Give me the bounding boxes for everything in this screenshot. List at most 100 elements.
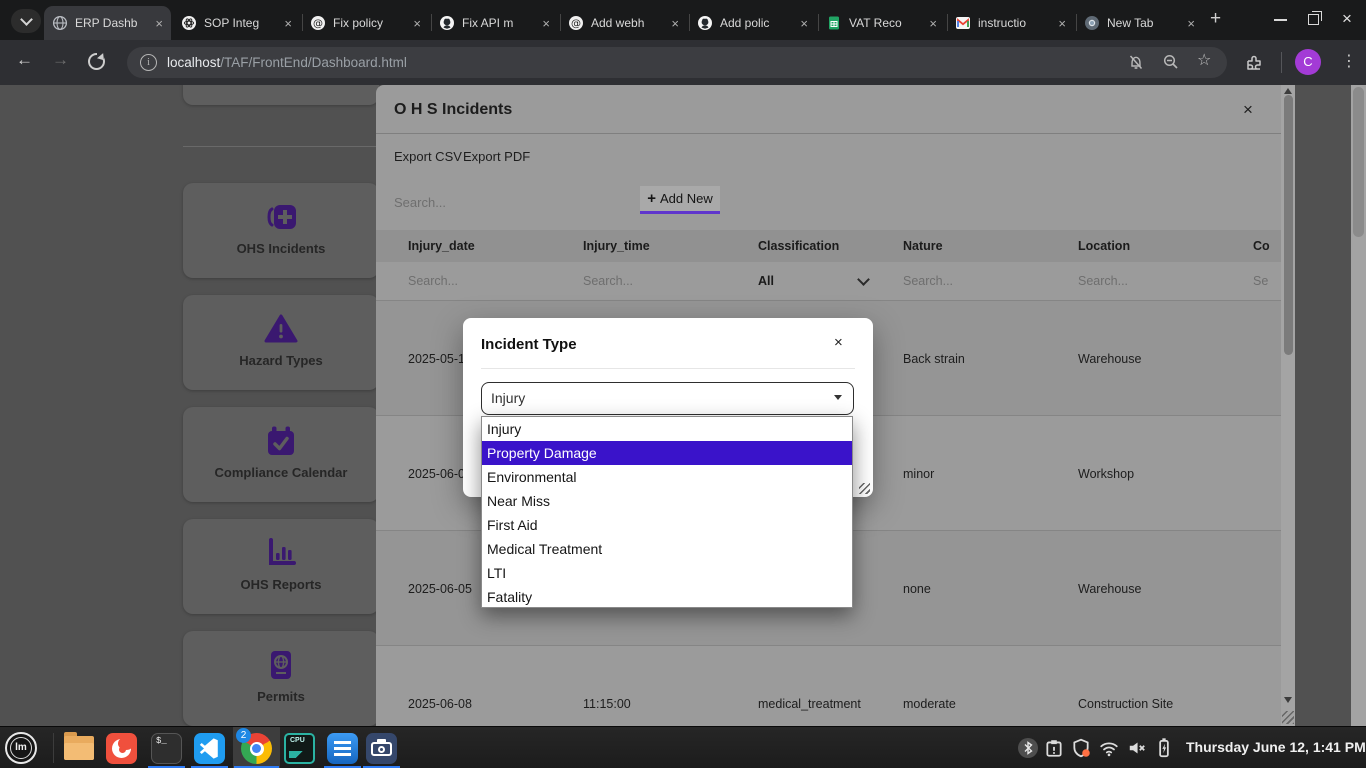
url-host: localhost [167, 55, 220, 70]
update-shield-icon[interactable] [1071, 738, 1091, 758]
mint-menu-button[interactable]: lm [5, 732, 37, 764]
card-permits[interactable]: Permits [183, 631, 379, 726]
tab-label: instructio [978, 16, 1054, 30]
vscode-app-icon[interactable] [194, 733, 225, 764]
page-scrollbar-thumb[interactable] [1353, 87, 1364, 237]
tab-vat-recon[interactable]: VAT Reco × [818, 6, 945, 40]
modal-resize-grip[interactable] [1282, 711, 1294, 724]
wifi-icon[interactable] [1099, 739, 1119, 757]
modal-scrollbar[interactable] [1281, 85, 1295, 726]
filter-input[interactable]: Search... [1078, 262, 1128, 300]
scroll-up-arrow[interactable] [1284, 88, 1292, 94]
back-button[interactable]: ← [16, 50, 33, 70]
tab-close-icon[interactable]: × [155, 16, 163, 31]
tab-close-icon[interactable]: × [413, 16, 421, 31]
tab-close-icon[interactable]: × [542, 16, 550, 31]
window-minimize-button[interactable] [1274, 19, 1287, 21]
scrollbar-thumb[interactable] [1284, 95, 1293, 355]
battery-charging-icon[interactable] [1154, 737, 1174, 759]
address-bar[interactable]: i localhost/TAF/FrontEnd/Dashboard.html … [127, 47, 1227, 78]
dropdown-option[interactable]: Environmental [482, 465, 852, 489]
column-header[interactable]: Nature [903, 230, 943, 262]
chevron-down-icon[interactable] [857, 273, 870, 286]
dropdown-option[interactable]: Fatality [482, 585, 852, 609]
filter-input[interactable]: Search... [903, 262, 953, 300]
tab-close-icon[interactable]: × [284, 16, 292, 31]
column-header[interactable]: Co [1253, 230, 1270, 262]
filter-select[interactable]: All [758, 262, 774, 300]
add-new-button[interactable]: + Add New [640, 186, 720, 214]
modal-resize-grip[interactable] [859, 483, 870, 494]
profile-avatar[interactable]: C [1295, 49, 1321, 75]
terminal-app-icon[interactable]: $_ [151, 733, 182, 764]
column-header[interactable]: Injury_date [408, 230, 475, 262]
dropdown-option[interactable]: First Aid [482, 513, 852, 537]
tab-close-icon[interactable]: × [929, 16, 937, 31]
tab-erp-dashboard[interactable]: ERP Dashb × [44, 6, 171, 40]
card-hazard-types[interactable]: Hazard Types [183, 295, 379, 390]
modal-close-icon[interactable]: × [834, 334, 843, 351]
dropdown-option[interactable]: Near Miss [482, 489, 852, 513]
notifications-blocked-icon[interactable] [1127, 53, 1145, 71]
column-header[interactable]: Location [1078, 230, 1130, 262]
screenshot-app-icon[interactable] [366, 733, 397, 764]
reload-button[interactable] [88, 53, 103, 68]
column-header[interactable]: Classification [758, 230, 839, 262]
tab-instructions[interactable]: instructio × [947, 6, 1074, 40]
column-header[interactable]: Injury_time [583, 230, 650, 262]
bluetooth-icon[interactable] [1018, 738, 1038, 758]
card-ohs-incidents[interactable]: OHS Incidents [183, 183, 379, 278]
new-tab-button[interactable]: + [1210, 8, 1221, 30]
bar-chart-icon [263, 535, 299, 571]
filter-input[interactable]: Search... [408, 262, 458, 300]
files-app-icon[interactable] [64, 736, 94, 760]
card-compliance-calendar[interactable]: Compliance Calendar [183, 407, 379, 502]
dropdown-option[interactable]: Injury [482, 417, 852, 441]
tab-add-webhook[interactable]: @ Add webh × [560, 6, 687, 40]
tab-close-icon[interactable]: × [1187, 16, 1195, 31]
tab-sop-integration[interactable]: SOP Integ × [173, 6, 300, 40]
zoom-out-icon[interactable] [1162, 53, 1180, 71]
dropdown-option[interactable]: Medical Treatment [482, 537, 852, 561]
dropdown-option[interactable]: LTI [482, 561, 852, 585]
system-monitor-app-icon[interactable]: CPU [284, 733, 315, 764]
scroll-down-arrow[interactable] [1284, 697, 1292, 703]
export-csv-link[interactable]: Export CSV [394, 149, 462, 164]
text-editor-app-icon[interactable] [327, 733, 358, 764]
doc-line [334, 747, 351, 750]
filter-input[interactable]: Search... [583, 262, 633, 300]
select-arrow-icon [834, 395, 842, 400]
modal-close-icon[interactable]: × [1243, 100, 1253, 120]
browser-menu-kebab-icon[interactable]: ⋮ [1341, 51, 1357, 71]
tab-new-tab[interactable]: New Tab × [1076, 6, 1203, 40]
site-info-icon[interactable]: i [140, 54, 157, 71]
page-scrollbar[interactable] [1351, 85, 1366, 726]
volume-muted-icon[interactable] [1127, 739, 1147, 757]
taskbar-clock[interactable]: Thursday June 12, 1:41 PM [1186, 739, 1366, 755]
forward-button[interactable]: → [52, 50, 69, 70]
tab-fix-policy[interactable]: @ Fix policy × [302, 6, 429, 40]
warning-triangle-icon [263, 311, 299, 347]
tab-search-button[interactable] [11, 9, 41, 33]
firefox-app-icon[interactable] [106, 733, 137, 764]
extensions-puzzle-icon[interactable] [1244, 53, 1264, 73]
clipboard-icon[interactable] [1044, 738, 1064, 758]
export-pdf-link[interactable]: Export PDF [463, 149, 530, 164]
table-row[interactable]: 2025-06-08 11:15:00 medical_treatment mo… [376, 645, 1281, 726]
table-search-input[interactable]: Search... [394, 195, 446, 210]
tab-close-icon[interactable]: × [1058, 16, 1066, 31]
card-label: Hazard Types [183, 353, 379, 368]
window-close-button[interactable]: × [1342, 9, 1352, 29]
filter-input[interactable]: Se [1253, 262, 1268, 300]
bookmark-star-icon[interactable]: ☆ [1197, 50, 1211, 70]
card-ohs-reports[interactable]: OHS Reports [183, 519, 379, 614]
tab-add-policy[interactable]: Add polic × [689, 6, 816, 40]
tab-close-icon[interactable]: × [671, 16, 679, 31]
modal-header-divider [376, 133, 1281, 134]
tab-close-icon[interactable]: × [800, 16, 808, 31]
tab-fix-api[interactable]: Fix API m × [431, 6, 558, 40]
toolbar-separator [1281, 52, 1282, 73]
dropdown-option-highlighted[interactable]: Property Damage [482, 441, 852, 465]
svg-text:@: @ [571, 18, 581, 29]
incident-type-select[interactable]: Injury [481, 382, 854, 415]
